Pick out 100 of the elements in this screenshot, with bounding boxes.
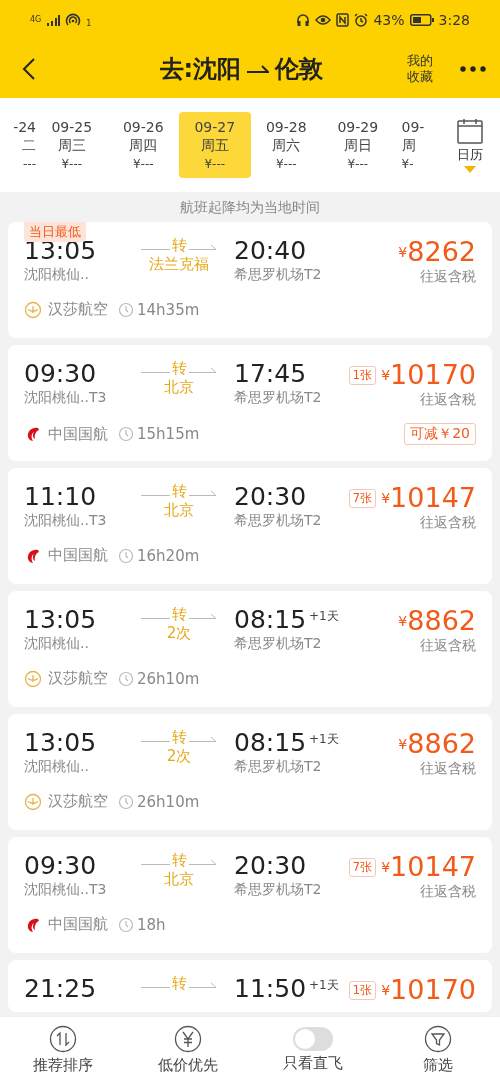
arrival-airport: 希思罗机场T2 <box>234 389 323 407</box>
next-day-label: +1天 <box>309 977 339 994</box>
clock-time: 3:28 <box>438 12 470 28</box>
price-note: 往返含税 <box>420 268 476 287</box>
departure-airport: 沈阳桃仙..T3 <box>24 512 108 530</box>
departure-airport: 沈阳桃仙.. <box>24 758 90 776</box>
currency-symbol: ¥ <box>398 736 408 752</box>
departure-airport: 沈阳桃仙..T3 <box>24 389 108 407</box>
arrival-airport: 希思罗机场T2 <box>234 758 323 776</box>
nfc-icon <box>336 13 350 27</box>
next-day-label: +1天 <box>309 731 339 748</box>
arrival-time: 20:30 <box>234 851 307 881</box>
price: 10147 <box>390 482 476 515</box>
seats-left-tag: 7张 <box>348 857 377 877</box>
transfer-label: 转 <box>169 482 189 501</box>
seats-left-tag: 1张 <box>348 365 377 385</box>
calendar-button[interactable]: 日历 <box>440 117 500 173</box>
flight-card[interactable]: 09:30 沈阳桃仙..T3 转 北京 17:45 希思罗机场T2 1张 ¥10170 往返含税 中国国航 15h15m 可减￥20 <box>8 345 492 461</box>
price: 8862 <box>407 728 476 761</box>
airline-name: 汉莎航空 <box>48 669 108 689</box>
favorites-button[interactable]: 我的收藏 <box>406 53 434 85</box>
arrival-airport: 希思罗机场T2 <box>234 635 323 653</box>
price: 8262 <box>407 236 476 269</box>
flight-duration: 16h20m <box>137 546 200 565</box>
transfer-label: 转 <box>169 605 189 624</box>
date-tab[interactable]: 09- 周 ¥- <box>393 112 432 178</box>
clock-icon <box>118 547 134 564</box>
eye-icon <box>315 14 332 26</box>
price-note: 往返含税 <box>420 760 476 779</box>
clock-icon <box>118 426 134 443</box>
date-tab[interactable]: 09-25 周三 ¥--- <box>36 112 108 178</box>
date-tab[interactable]: 09-29 周日 ¥--- <box>322 112 394 178</box>
sort-option-button[interactable]: 筛选 <box>375 1017 500 1083</box>
departure-time: 13:05 <box>24 728 98 758</box>
back-button[interactable] <box>22 57 36 81</box>
currency-symbol: ¥ <box>398 613 408 629</box>
flight-card[interactable]: 09:30 沈阳桃仙..T3 转 北京 20:30 希思罗机场T2 7张 ¥10147 往返含税 中国国航 18h <box>8 837 492 953</box>
seats-left-tag: 1张 <box>348 980 377 1000</box>
sort-option-button[interactable]: 低价优先 <box>125 1017 250 1083</box>
departure-time: 13:05 <box>24 605 98 635</box>
transfer-city: 北京 <box>162 378 196 397</box>
clock-icon <box>118 793 134 810</box>
flight-duration: 15h15m <box>137 425 200 444</box>
sort-icon <box>48 1025 77 1053</box>
discount-tag: 可减￥20 <box>404 423 476 446</box>
departure-time: 09:30 <box>24 851 98 881</box>
departure-airport: 沈阳桃仙..T3 <box>24 881 108 899</box>
alarm-icon <box>354 13 369 27</box>
origin-title: 去:沈阳 <box>159 54 242 85</box>
headphones-icon <box>296 13 311 27</box>
arrival-airport: 希思罗机场T2 <box>234 512 323 530</box>
transfer-city: 2次 <box>164 624 194 643</box>
seats-left-tag: 7张 <box>348 488 377 508</box>
date-tab[interactable]: -24 二 --- <box>0 112 36 178</box>
toggle-switch[interactable] <box>292 1027 333 1051</box>
price: 10147 <box>390 851 476 884</box>
transfer-city: 法兰克福 <box>147 255 211 274</box>
arrival-time: 08:15 <box>234 605 307 635</box>
date-tab[interactable]: 09-26 周四 ¥--- <box>107 112 179 178</box>
transfer-label: 转 <box>169 974 189 993</box>
currency-symbol: ¥ <box>381 490 391 506</box>
hotspot-icon <box>65 13 82 27</box>
price-note: 往返含税 <box>420 637 476 656</box>
next-day-label: +1天 <box>309 608 339 625</box>
arrival-time: 20:40 <box>234 236 307 266</box>
caret-icon <box>464 165 476 173</box>
departure-airport: 沈阳桃仙.. <box>24 635 90 653</box>
flight-duration: 14h35m <box>137 300 200 319</box>
transfer-city: 北京 <box>162 501 196 520</box>
price: 10170 <box>390 974 476 1007</box>
departure-time: 09:30 <box>24 359 98 389</box>
yen-icon <box>173 1025 202 1053</box>
more-icon[interactable] <box>460 66 486 72</box>
flight-card[interactable]: 11:10 沈阳桃仙..T3 转 北京 20:30 希思罗机场T2 7张 ¥10147 往返含税 中国国航 16h20m <box>8 468 492 584</box>
currency-symbol: ¥ <box>381 859 391 875</box>
transfer-label: 转 <box>169 851 189 870</box>
airline-name: 中国国航 <box>48 424 108 444</box>
airline-name: 汉莎航空 <box>48 792 108 812</box>
arrival-time: 17:45 <box>234 359 307 389</box>
destination-title: 伦敦 <box>275 54 324 85</box>
flight-duration: 26h10m <box>137 792 200 811</box>
departure-time: 21:25 <box>24 974 98 1004</box>
date-tab[interactable]: 09-27 周五 ¥--- <box>179 112 251 178</box>
network-type: 4G <box>30 16 42 24</box>
date-tab[interactable]: 09-28 周六 ¥--- <box>250 112 322 178</box>
departure-airport: 沈阳桃仙.. <box>24 266 90 284</box>
battery-icon <box>409 14 434 26</box>
sort-option-button[interactable]: 推荐排序 <box>0 1017 125 1083</box>
departure-time: 11:10 <box>24 482 98 512</box>
battery-percentage: 43% <box>373 12 405 28</box>
currency-symbol: ¥ <box>381 367 391 383</box>
arrival-time: 11:50 <box>234 974 307 1004</box>
arrival-airport: 希思罗机场T2 <box>234 266 323 284</box>
filter-icon <box>423 1025 452 1053</box>
calendar-icon <box>457 117 483 144</box>
arrival-time: 20:30 <box>234 482 307 512</box>
price-note: 往返含税 <box>420 514 476 533</box>
transfer-label: 转 <box>169 236 189 255</box>
transfer-city: 北京 <box>162 870 196 889</box>
signal-icon <box>46 14 61 26</box>
